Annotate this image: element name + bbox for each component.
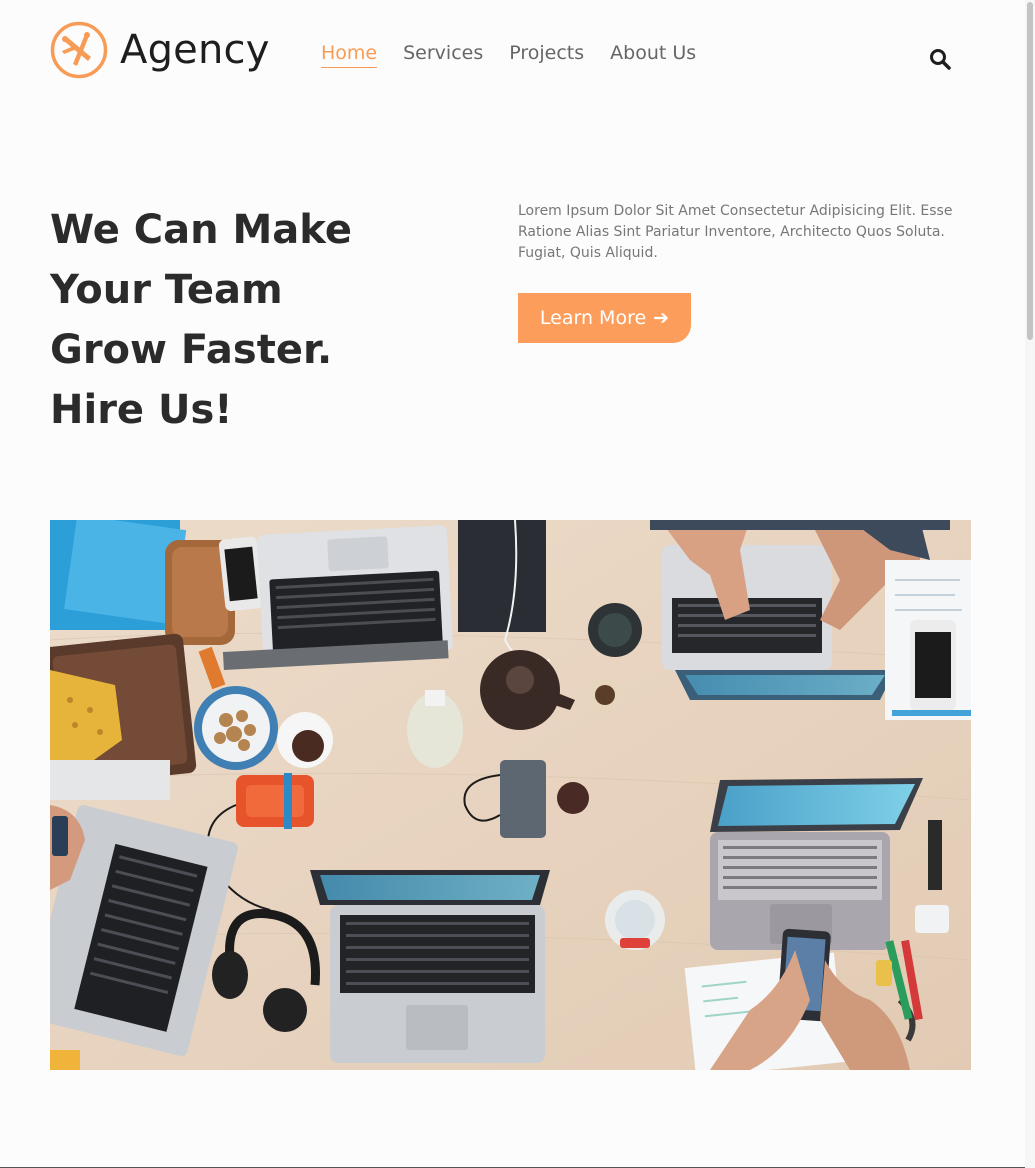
team-workspace-photo (50, 520, 971, 1070)
site-header: Agency Home Services Projects About Us (50, 21, 970, 81)
nav-item-home[interactable]: Home (321, 42, 378, 68)
hero-description: Lorem Ipsum Dolor Sit Amet Consectetur A… (518, 203, 953, 261)
hero-title-line: We Can Make (50, 207, 352, 253)
nav-item-projects[interactable]: Projects (509, 42, 584, 68)
vertical-scrollbar[interactable] (1025, 0, 1035, 1168)
brand-name: Agency (120, 27, 270, 73)
brand-logo[interactable]: Agency (50, 21, 270, 79)
plane-logo-icon (50, 21, 108, 79)
learn-more-label: Learn More (539, 307, 647, 329)
search-icon[interactable] (929, 48, 951, 70)
learn-more-button[interactable]: Learn More ➔ (518, 293, 691, 343)
nav-item-services[interactable]: Services (403, 42, 483, 68)
workspace-illustration (50, 520, 971, 1070)
nav-item-about-us[interactable]: About Us (610, 42, 696, 68)
hero-title-line: Your Team (50, 267, 283, 313)
hero-title-line: Grow Faster. (50, 327, 333, 373)
hero-title: We Can Make Your Team Grow Faster. Hire … (50, 200, 470, 440)
scrollbar-thumb[interactable] (1027, 2, 1033, 340)
main-nav: Home Services Projects About Us (321, 42, 722, 68)
arrow-right-icon: ➔ (653, 307, 670, 329)
hero-title-line: Hire Us! (50, 387, 233, 433)
